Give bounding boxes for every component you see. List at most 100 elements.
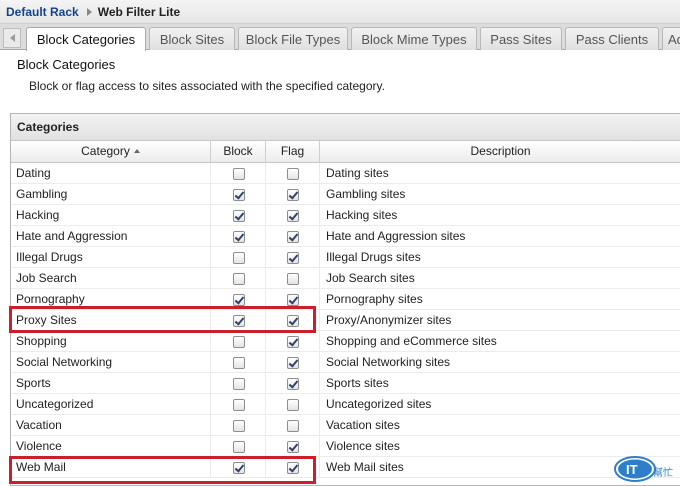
- block-checkbox[interactable]: [233, 231, 245, 243]
- table-row[interactable]: Shopping Shopping and eCommerce sites: [11, 331, 680, 352]
- table-row[interactable]: Hate and Aggression Hate and Aggression s…: [11, 226, 680, 247]
- block-checkbox[interactable]: [233, 357, 245, 369]
- category-cell: Hate and Aggression: [11, 226, 211, 247]
- flag-cell: [266, 331, 320, 352]
- block-checkbox[interactable]: [233, 378, 245, 390]
- block-checkbox[interactable]: [233, 399, 245, 411]
- watermark-logo: IT 幫忙: [614, 456, 673, 482]
- block-cell: [211, 184, 266, 205]
- tab-pass-sites[interactable]: Pass Sites: [480, 27, 562, 50]
- table-row[interactable]: Dating Dating sites: [11, 163, 680, 184]
- flag-checkbox[interactable]: [287, 420, 299, 432]
- sort-ascending-icon: [133, 149, 140, 153]
- breadcrumb-current: Web Filter Lite: [97, 4, 181, 19]
- category-cell: Shopping: [11, 331, 211, 352]
- highlight-web-mail: [9, 456, 316, 484]
- tab-block-sites[interactable]: Block Sites: [149, 27, 235, 50]
- flag-cell: [266, 268, 320, 289]
- flag-checkbox[interactable]: [287, 378, 299, 390]
- flag-checkbox[interactable]: [287, 441, 299, 453]
- flag-checkbox[interactable]: [287, 357, 299, 369]
- flag-cell: [266, 352, 320, 373]
- flag-cell: [266, 226, 320, 247]
- watermark-subtext: 幫忙: [653, 466, 673, 479]
- column-header-flag[interactable]: Flag: [266, 141, 320, 162]
- tab-block-categories[interactable]: Block Categories: [26, 27, 146, 51]
- tab-pass-clients[interactable]: Pass Clients: [565, 27, 659, 50]
- table-row[interactable]: Uncategorized Uncategorized sites: [11, 394, 680, 415]
- table-row[interactable]: Social Networking Social Networking sites: [11, 352, 680, 373]
- flag-checkbox[interactable]: [287, 189, 299, 201]
- category-cell: Uncategorized: [11, 394, 211, 415]
- table-row[interactable]: Violence Violence sites: [11, 436, 680, 457]
- category-cell: Job Search: [11, 268, 211, 289]
- description-cell: Dating sites: [326, 166, 389, 180]
- panel-title: Block Categories: [17, 57, 116, 72]
- table-row[interactable]: Hacking Hacking sites: [11, 205, 680, 226]
- description-cell: Proxy/Anonymizer sites: [326, 313, 452, 327]
- table-row[interactable]: Sports Sports sites: [11, 373, 680, 394]
- table-row[interactable]: Gambling Gambling sites: [11, 184, 680, 205]
- block-checkbox[interactable]: [233, 189, 245, 201]
- table-row[interactable]: Job Search Job Search sites: [11, 268, 680, 289]
- flag-checkbox[interactable]: [287, 294, 299, 306]
- description-cell: Gambling sites: [326, 187, 406, 201]
- highlight-proxy-sites: [9, 306, 316, 333]
- description-cell: Social Networking sites: [326, 355, 451, 369]
- flag-checkbox[interactable]: [287, 210, 299, 222]
- flag-checkbox[interactable]: [287, 252, 299, 264]
- description-cell: Hacking sites: [326, 208, 398, 222]
- tab-scroll-left-icon[interactable]: [3, 28, 21, 48]
- tab-block-mime-types[interactable]: Block Mime Types: [351, 27, 477, 50]
- category-cell: Dating: [11, 163, 211, 184]
- flag-cell: [266, 184, 320, 205]
- block-checkbox[interactable]: [233, 168, 245, 180]
- block-checkbox[interactable]: [233, 252, 245, 264]
- table-row[interactable]: Vacation Vacation sites: [11, 415, 680, 436]
- table-row[interactable]: Illegal Drugs Illegal Drugs sites: [11, 247, 680, 268]
- block-checkbox[interactable]: [233, 273, 245, 285]
- tab-block-file-types[interactable]: Block File Types: [238, 27, 348, 50]
- flag-checkbox[interactable]: [287, 273, 299, 285]
- block-cell: [211, 415, 266, 436]
- flag-checkbox[interactable]: [287, 399, 299, 411]
- flag-cell: [266, 373, 320, 394]
- category-cell: Gambling: [11, 184, 211, 205]
- block-checkbox[interactable]: [233, 336, 245, 348]
- tab-ad-truncated[interactable]: Ad: [662, 27, 680, 50]
- flag-checkbox[interactable]: [287, 231, 299, 243]
- block-cell: [211, 331, 266, 352]
- flag-checkbox[interactable]: [287, 336, 299, 348]
- category-cell: Social Networking: [11, 352, 211, 373]
- breadcrumb: Default Rack Web Filter Lite: [0, 0, 680, 24]
- column-header-block[interactable]: Block: [211, 141, 266, 162]
- block-cell: [211, 436, 266, 457]
- column-header-description[interactable]: Description: [320, 141, 680, 162]
- panel-description: Block or flag access to sites associated…: [29, 79, 385, 93]
- block-checkbox[interactable]: [233, 210, 245, 222]
- block-cell: [211, 373, 266, 394]
- block-cell: [211, 205, 266, 226]
- column-header-category[interactable]: Category: [11, 141, 211, 162]
- description-cell: Uncategorized sites: [326, 397, 432, 411]
- column-header-category-label: Category: [81, 144, 130, 158]
- description-cell: Violence sites: [326, 439, 400, 453]
- block-checkbox[interactable]: [233, 294, 245, 306]
- breadcrumb-default-rack[interactable]: Default Rack: [6, 5, 79, 19]
- block-cell: [211, 163, 266, 184]
- flag-cell: [266, 163, 320, 184]
- block-cell: [211, 226, 266, 247]
- description-cell: Hate and Aggression sites: [326, 229, 466, 243]
- flag-checkbox[interactable]: [287, 168, 299, 180]
- block-cell: [211, 247, 266, 268]
- content-panel: Block Categories Block or flag access to…: [0, 50, 680, 486]
- block-checkbox[interactable]: [233, 441, 245, 453]
- block-cell: [211, 352, 266, 373]
- description-cell: Vacation sites: [326, 418, 400, 432]
- grid-header: Category Block Flag Description: [11, 141, 680, 163]
- category-cell: Violence: [11, 436, 211, 457]
- watermark-text: IT: [626, 462, 638, 477]
- block-checkbox[interactable]: [233, 420, 245, 432]
- categories-grid: Categories Category Block Flag Descripti…: [10, 113, 680, 486]
- block-cell: [211, 268, 266, 289]
